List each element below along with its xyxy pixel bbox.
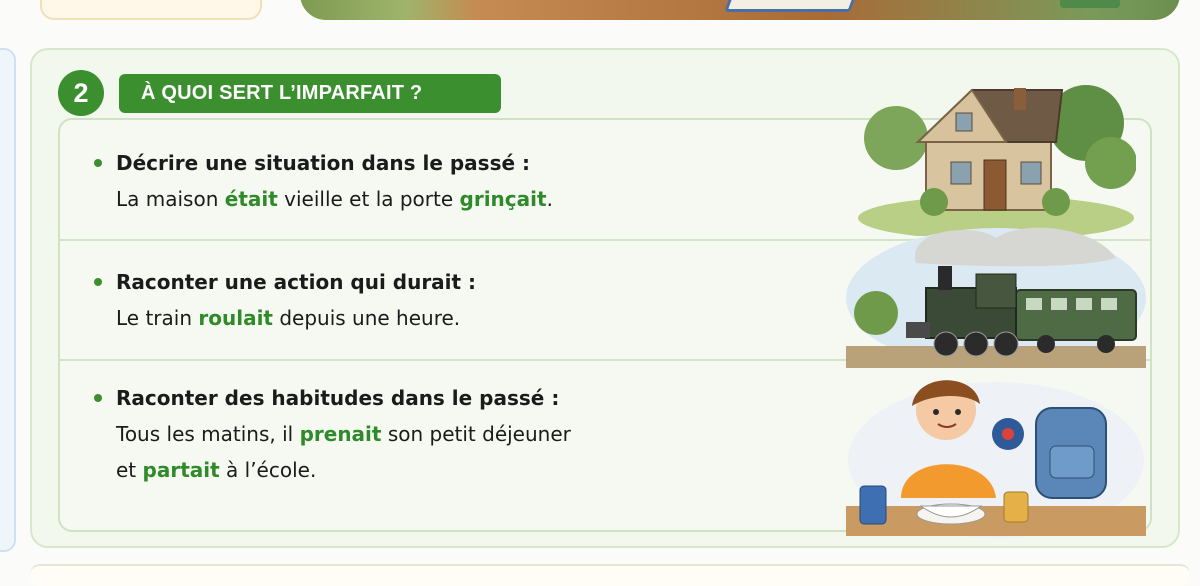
rule-heading: Raconter une action qui durait :	[116, 270, 477, 294]
example-line: La maison était vieille et la porte grin…	[116, 181, 553, 217]
rule-lasting-action: Raconter une action qui durait : Le trai…	[94, 264, 476, 336]
imparfait-verb: roulait	[198, 306, 273, 330]
example-text: à l’école.	[219, 458, 317, 482]
bullet-icon	[94, 394, 102, 402]
example-line: et partait à l’école.	[116, 452, 571, 488]
example-text: .	[546, 187, 553, 211]
previous-illustration-fragment	[300, 0, 1180, 20]
house-illustration	[858, 85, 1136, 236]
example-text: et	[116, 458, 143, 482]
rule-heading: Décrire une situation dans le passé :	[116, 151, 530, 175]
bullet-icon	[94, 159, 102, 167]
example-text: depuis une heure.	[272, 306, 461, 330]
book-icon	[1060, 0, 1120, 8]
imparfait-verb: partait	[142, 458, 220, 482]
rule-example: Tous les matins, il prenait son petit dé…	[94, 416, 571, 488]
previous-card-fragment	[40, 0, 262, 20]
example-text: Le train	[116, 306, 199, 330]
example-text: Tous les matins, il	[116, 422, 300, 446]
boy-breakfast-illustration	[846, 380, 1146, 538]
rule-example: La maison était vieille et la porte grin…	[94, 181, 553, 217]
example-line: Tous les matins, il prenait son petit dé…	[116, 416, 571, 452]
next-section-fragment	[30, 564, 1190, 586]
imparfait-verb: était	[224, 187, 278, 211]
rule-habits: Raconter des habitudes dans le passé : T…	[94, 380, 571, 488]
book-icon	[724, 0, 862, 12]
rule-example: Le train roulait depuis une heure.	[94, 300, 476, 336]
section-number-badge: 2	[58, 70, 104, 116]
imparfait-verb: grinçait	[459, 187, 547, 211]
imparfait-verb: prenait	[299, 422, 382, 446]
bullet-icon	[94, 278, 102, 286]
example-text: La maison	[116, 187, 225, 211]
example-line: Le train roulait depuis une heure.	[116, 300, 476, 336]
rule-heading: Raconter des habitudes dans le passé :	[116, 386, 560, 410]
train-illustration	[846, 227, 1146, 368]
example-text: vieille et la porte	[277, 187, 460, 211]
left-panel-fragment	[0, 48, 16, 552]
example-text: son petit déjeuner	[381, 422, 571, 446]
section-title: À QUOI SERT L’IMPARFAIT ?	[119, 74, 501, 113]
rule-describe-situation: Décrire une situation dans le passé : La…	[94, 145, 553, 217]
